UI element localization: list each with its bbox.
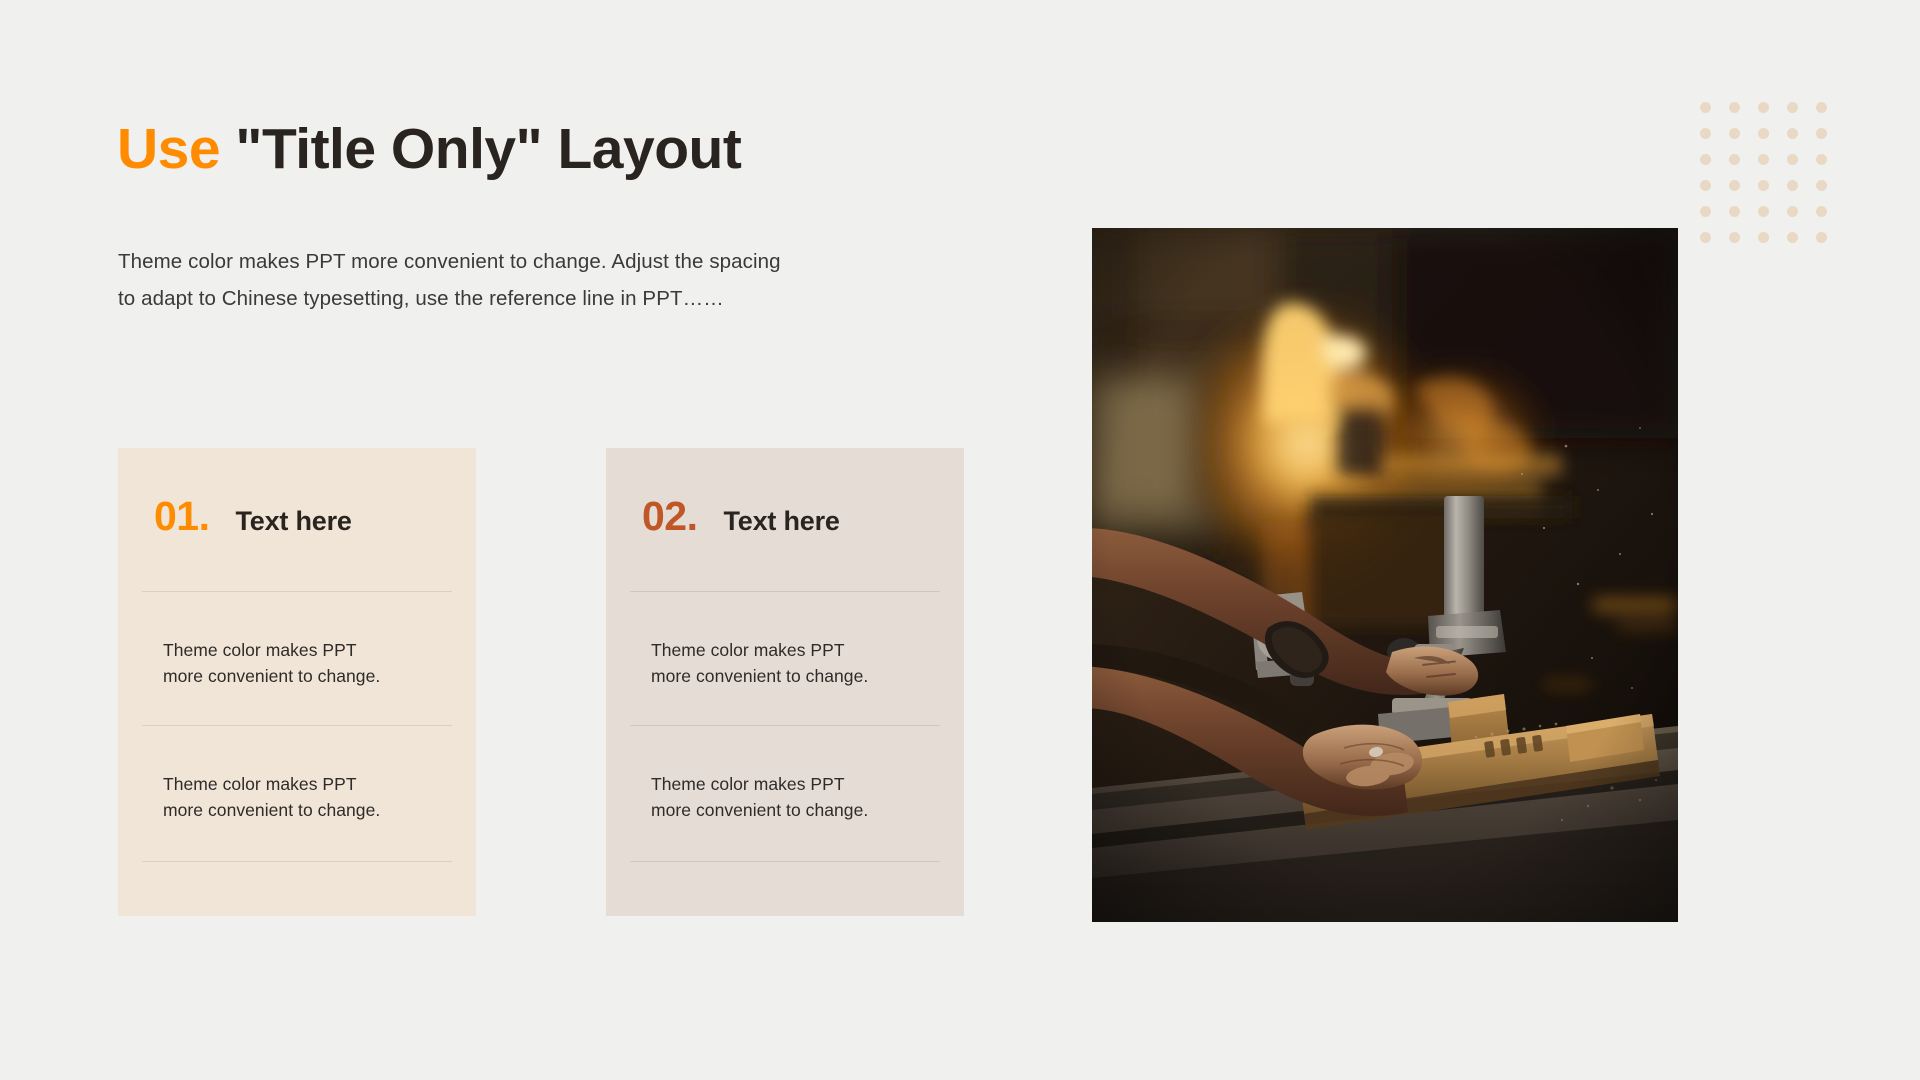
dot-icon [1758,128,1769,139]
dot-icon [1729,206,1740,217]
dot-icon [1816,180,1827,191]
card-02-item-1: Theme color makes PPT more convenient to… [651,637,901,689]
dot-icon [1729,232,1740,243]
dot-icon [1816,154,1827,165]
dot-icon [1816,128,1827,139]
card-02-title: Text here [723,506,840,536]
card-01-header: 01. Text here [154,493,352,540]
dot-icon [1816,102,1827,113]
dot-icon [1758,180,1769,191]
content-card-01[interactable]: 01. Text here Theme color makes PPT more… [118,448,476,916]
card-01-item-1-line-2: more convenient to change. [163,666,381,686]
dot-icon [1787,102,1798,113]
dot-icon [1700,128,1711,139]
dot-icon [1758,154,1769,165]
dot-icon [1787,128,1798,139]
dot-icon [1787,180,1798,191]
dot-icon [1787,232,1798,243]
page-title: Use "Title Only" Layout [117,117,742,181]
card-01-item-1: Theme color makes PPT more convenient to… [163,637,413,689]
card-02-number: 02. [642,493,698,539]
card-02-item-2-line-1: Theme color makes PPT [651,774,845,794]
dot-icon [1700,154,1711,165]
card-01-item-1-line-1: Theme color makes PPT [163,640,357,660]
card-02-item-1-line-1: Theme color makes PPT [651,640,845,660]
card-01-number: 01. [154,493,210,539]
dot-icon [1729,102,1740,113]
subtitle-paragraph: Theme color makes PPT more convenient to… [118,243,918,317]
card-01-divider-2 [142,725,452,726]
dot-icon [1787,206,1798,217]
dot-icon [1758,232,1769,243]
card-02-item-2-line-2: more convenient to change. [651,800,869,820]
card-01-item-2-line-2: more convenient to change. [163,800,381,820]
card-02-divider-2 [630,725,940,726]
dot-icon [1700,232,1711,243]
dot-icon [1729,128,1740,139]
subtitle-line-2: to adapt to Chinese typesetting, use the… [118,287,724,310]
dot-icon [1787,154,1798,165]
dot-icon [1816,232,1827,243]
card-01-divider-1 [142,591,452,592]
card-02-item-2: Theme color makes PPT more convenient to… [651,771,901,823]
card-01-item-2-line-1: Theme color makes PPT [163,774,357,794]
slide-canvas: Use "Title Only" Layout Theme color make… [0,0,1920,1080]
dot-icon [1758,102,1769,113]
card-01-divider-3 [142,861,452,862]
dot-icon [1700,102,1711,113]
dot-icon [1758,206,1769,217]
content-card-02[interactable]: 02. Text here Theme color makes PPT more… [606,448,964,916]
page-title-accent-word: Use [117,117,221,181]
dot-icon [1700,206,1711,217]
page-title-rest: "Title Only" Layout [220,117,742,181]
dot-icon [1729,154,1740,165]
card-01-title: Text here [235,506,352,536]
card-02-item-1-line-2: more convenient to change. [651,666,869,686]
dot-icon [1816,206,1827,217]
card-02-divider-3 [630,861,940,862]
dot-grid-decoration-icon [1700,102,1845,258]
card-02-header: 02. Text here [642,493,840,540]
dot-icon [1700,180,1711,191]
subtitle-line-1: Theme color makes PPT more convenient to… [118,250,781,273]
workshop-photo [1092,228,1678,922]
card-02-divider-1 [630,591,940,592]
dot-icon [1729,180,1740,191]
card-01-item-2: Theme color makes PPT more convenient to… [163,771,413,823]
workshop-photo-illustration [1092,228,1678,922]
